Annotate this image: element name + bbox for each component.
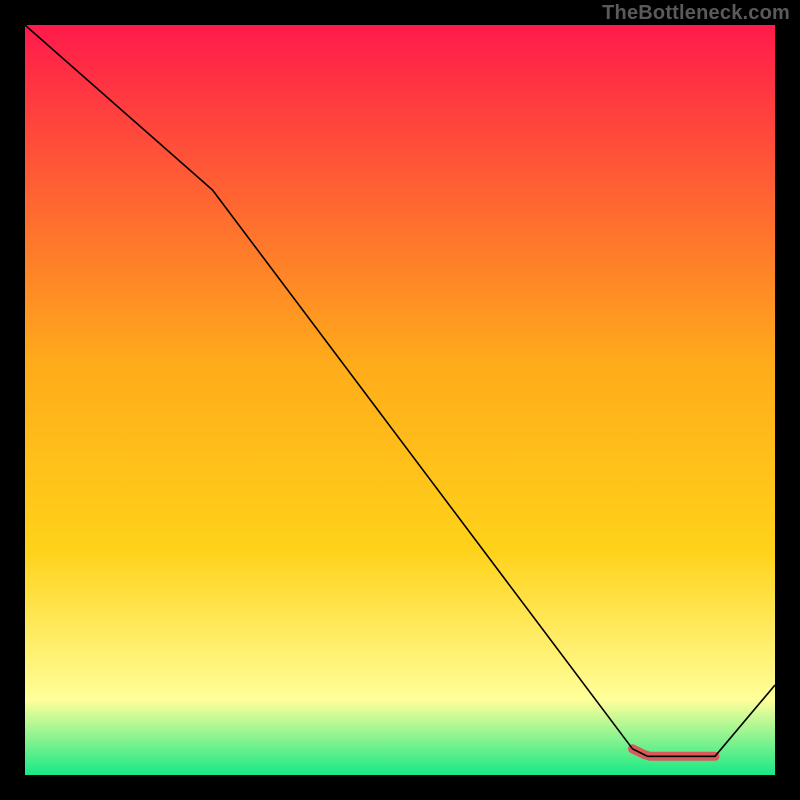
gradient-background	[25, 25, 775, 775]
chart-frame: TheBottleneck.com	[0, 0, 800, 800]
plot-area	[25, 25, 775, 775]
chart-svg	[25, 25, 775, 775]
watermark-text: TheBottleneck.com	[602, 2, 790, 25]
